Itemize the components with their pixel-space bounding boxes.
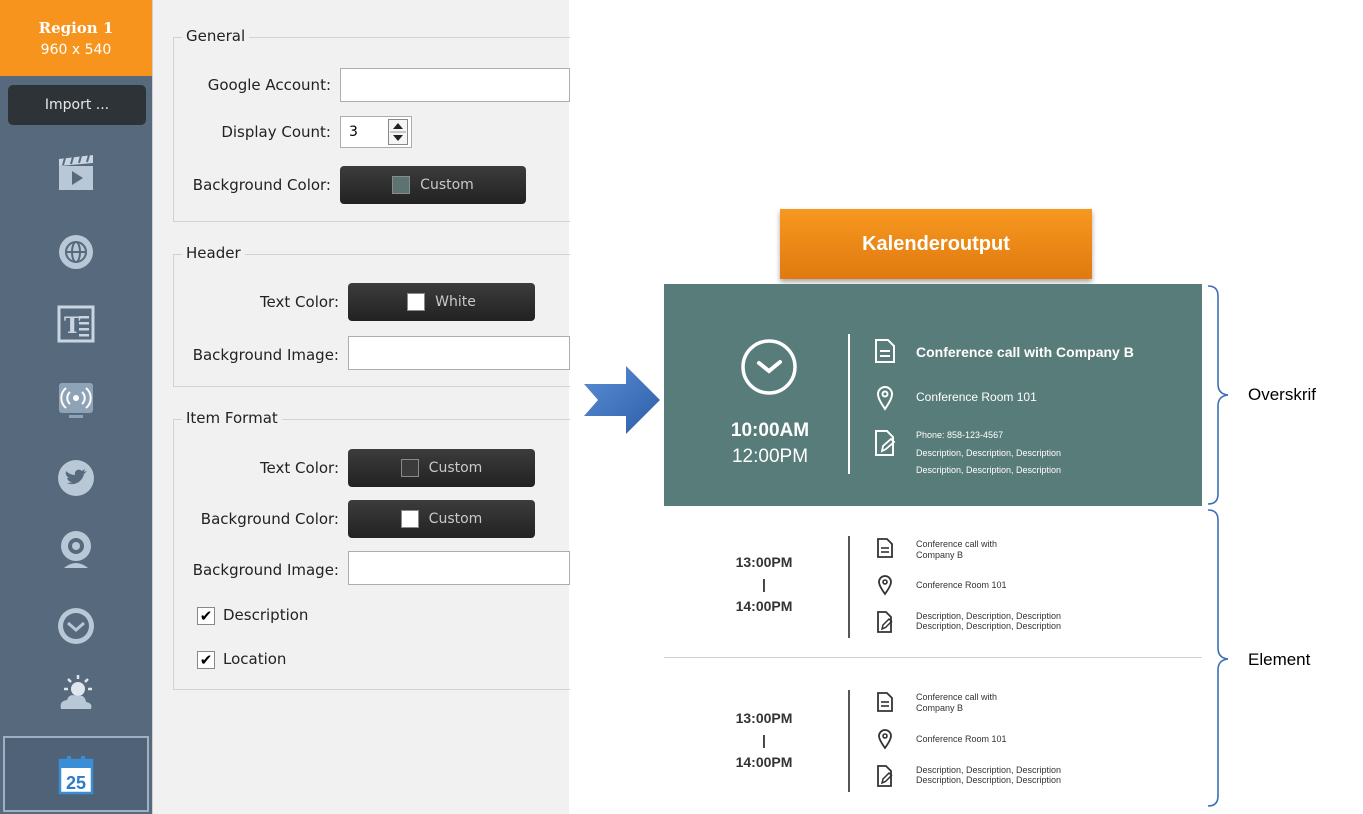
item-start-time: 13:00PM xyxy=(735,710,793,726)
divider xyxy=(848,334,850,474)
clock-icon[interactable] xyxy=(50,600,102,652)
edit-document-icon xyxy=(877,611,893,633)
region-title: Region 1 xyxy=(38,19,114,37)
element-bracket xyxy=(1207,509,1229,807)
region-tab[interactable]: Region 1 960 x 540 xyxy=(0,0,152,76)
header-event-phone: Phone: 858-123-4567 xyxy=(916,430,1004,440)
header-title: Header xyxy=(182,244,245,262)
item-location: Conference Room 101 xyxy=(916,734,1007,744)
location-checkbox[interactable]: ✔ xyxy=(197,651,215,669)
header-end-time: 12:00PM xyxy=(731,446,809,467)
item-title-line-1: Conference call with xyxy=(916,692,998,702)
item-desc-2: Description, Description, Description xyxy=(916,775,1062,785)
svg-text:T: T xyxy=(64,313,81,339)
stepper-arrows-icon xyxy=(390,123,406,141)
header-bracket xyxy=(1207,285,1229,505)
weather-icon[interactable] xyxy=(50,668,102,720)
stepper-arrows[interactable] xyxy=(388,119,408,145)
text-icon[interactable]: T xyxy=(50,298,102,350)
broadcast-icon[interactable] xyxy=(50,374,102,426)
region-size: 960 x 540 xyxy=(40,42,112,58)
item-desc-2: Description, Description, Description xyxy=(916,621,1062,631)
item-bg-color-button[interactable]: Custom xyxy=(348,500,535,538)
item-bg-color-label: Background Color: xyxy=(200,510,339,528)
item-bg-image-input[interactable] xyxy=(348,551,570,585)
divider xyxy=(848,690,850,792)
header-side-label: Overskrif xyxy=(1248,385,1316,404)
document-icon xyxy=(875,339,895,363)
item-format-title: Item Format xyxy=(182,409,282,427)
color-swatch xyxy=(400,459,419,477)
divider xyxy=(848,536,850,638)
sidebar: Region 1 960 x 540 Import ... T 25 xyxy=(0,0,152,814)
item-end-time: 14:00PM xyxy=(735,754,793,770)
calendar-header-event: 10:00AM 12:00PM Conference call with Com… xyxy=(664,284,1202,506)
calendar-day: 25 xyxy=(66,773,86,793)
item-text-color-button-label: Custom xyxy=(428,460,483,476)
calendar-icon[interactable]: 25 xyxy=(53,748,99,800)
color-swatch xyxy=(400,510,419,528)
item-text-color-label: Text Color: xyxy=(259,459,339,477)
item-title-line-2: Company B xyxy=(916,550,964,560)
display-count-label: Display Count: xyxy=(221,123,331,141)
item-bg-image-label: Background Image: xyxy=(192,561,339,579)
item-location: Conference Room 101 xyxy=(916,580,1007,590)
general-bg-color-button-label: Custom xyxy=(420,177,474,193)
header-event-desc-2: Description, Description, Description xyxy=(916,465,1062,475)
general-bg-color-button[interactable]: Custom xyxy=(340,166,526,204)
general-bg-color-label: Background Color: xyxy=(192,176,331,194)
output-title: Kalenderoutput xyxy=(780,209,1092,279)
arrow-right-icon xyxy=(584,366,660,434)
header-text-color-button[interactable]: White xyxy=(348,283,535,321)
color-swatch xyxy=(392,176,411,194)
description-checkbox-label: Description xyxy=(223,606,309,624)
item-title-line-2: Company B xyxy=(916,703,964,713)
header-bg-image-label: Background Image: xyxy=(192,346,339,364)
location-pin-icon xyxy=(878,729,892,750)
header-event-desc-1: Description, Description, Description xyxy=(916,448,1062,458)
clock-icon xyxy=(741,339,797,395)
item-time-separator: | xyxy=(762,732,766,748)
description-checkbox[interactable]: ✔ xyxy=(197,607,215,625)
google-account-label: Google Account: xyxy=(207,76,331,94)
document-icon xyxy=(877,538,893,558)
globe-icon[interactable] xyxy=(50,226,102,278)
header-bg-image-input[interactable] xyxy=(348,336,570,370)
video-icon[interactable] xyxy=(50,146,102,198)
header-event-title: Conference call with Company B xyxy=(916,344,1134,360)
header-event-location: Conference Room 101 xyxy=(916,390,1037,404)
location-pin-icon xyxy=(876,386,894,411)
element-side-label: Element xyxy=(1248,650,1311,669)
twitter-icon[interactable] xyxy=(50,452,102,504)
import-button[interactable]: Import ... xyxy=(8,85,146,125)
color-swatch xyxy=(407,293,426,311)
item-desc-1: Description, Description, Description xyxy=(916,611,1062,621)
item-start-time: 13:00PM xyxy=(735,554,793,570)
settings-panel: General Google Account: Display Count: 3… xyxy=(152,0,570,814)
location-pin-icon xyxy=(878,575,892,596)
calendar-output: 10:00AM 12:00PM Conference call with Com… xyxy=(664,284,1202,814)
location-checkbox-label: Location xyxy=(223,650,287,668)
header-start-time: 10:00AM xyxy=(730,420,810,441)
display-count-value: 3 xyxy=(349,124,358,140)
item-end-time: 14:00PM xyxy=(735,598,793,614)
header-text-color-label: Text Color: xyxy=(259,293,339,311)
webcam-icon[interactable] xyxy=(50,524,102,576)
edit-document-icon xyxy=(877,765,893,787)
header-text-color-button-label: White xyxy=(435,294,476,310)
calendar-item: 13:00PM | 14:00PM Conference call with C… xyxy=(664,506,1202,658)
display-count-stepper[interactable]: 3 xyxy=(340,116,412,148)
item-title-line-1: Conference call with xyxy=(916,539,998,549)
document-icon xyxy=(877,692,893,712)
edit-document-icon xyxy=(875,430,896,456)
item-time-separator: | xyxy=(762,576,766,592)
general-title: General xyxy=(182,27,250,45)
calendar-item: 13:00PM | 14:00PM Conference call with C… xyxy=(664,658,1202,810)
item-text-color-button[interactable]: Custom xyxy=(348,449,535,487)
item-bg-color-button-label: Custom xyxy=(428,511,483,527)
google-account-input[interactable] xyxy=(340,68,570,102)
item-desc-1: Description, Description, Description xyxy=(916,765,1062,775)
